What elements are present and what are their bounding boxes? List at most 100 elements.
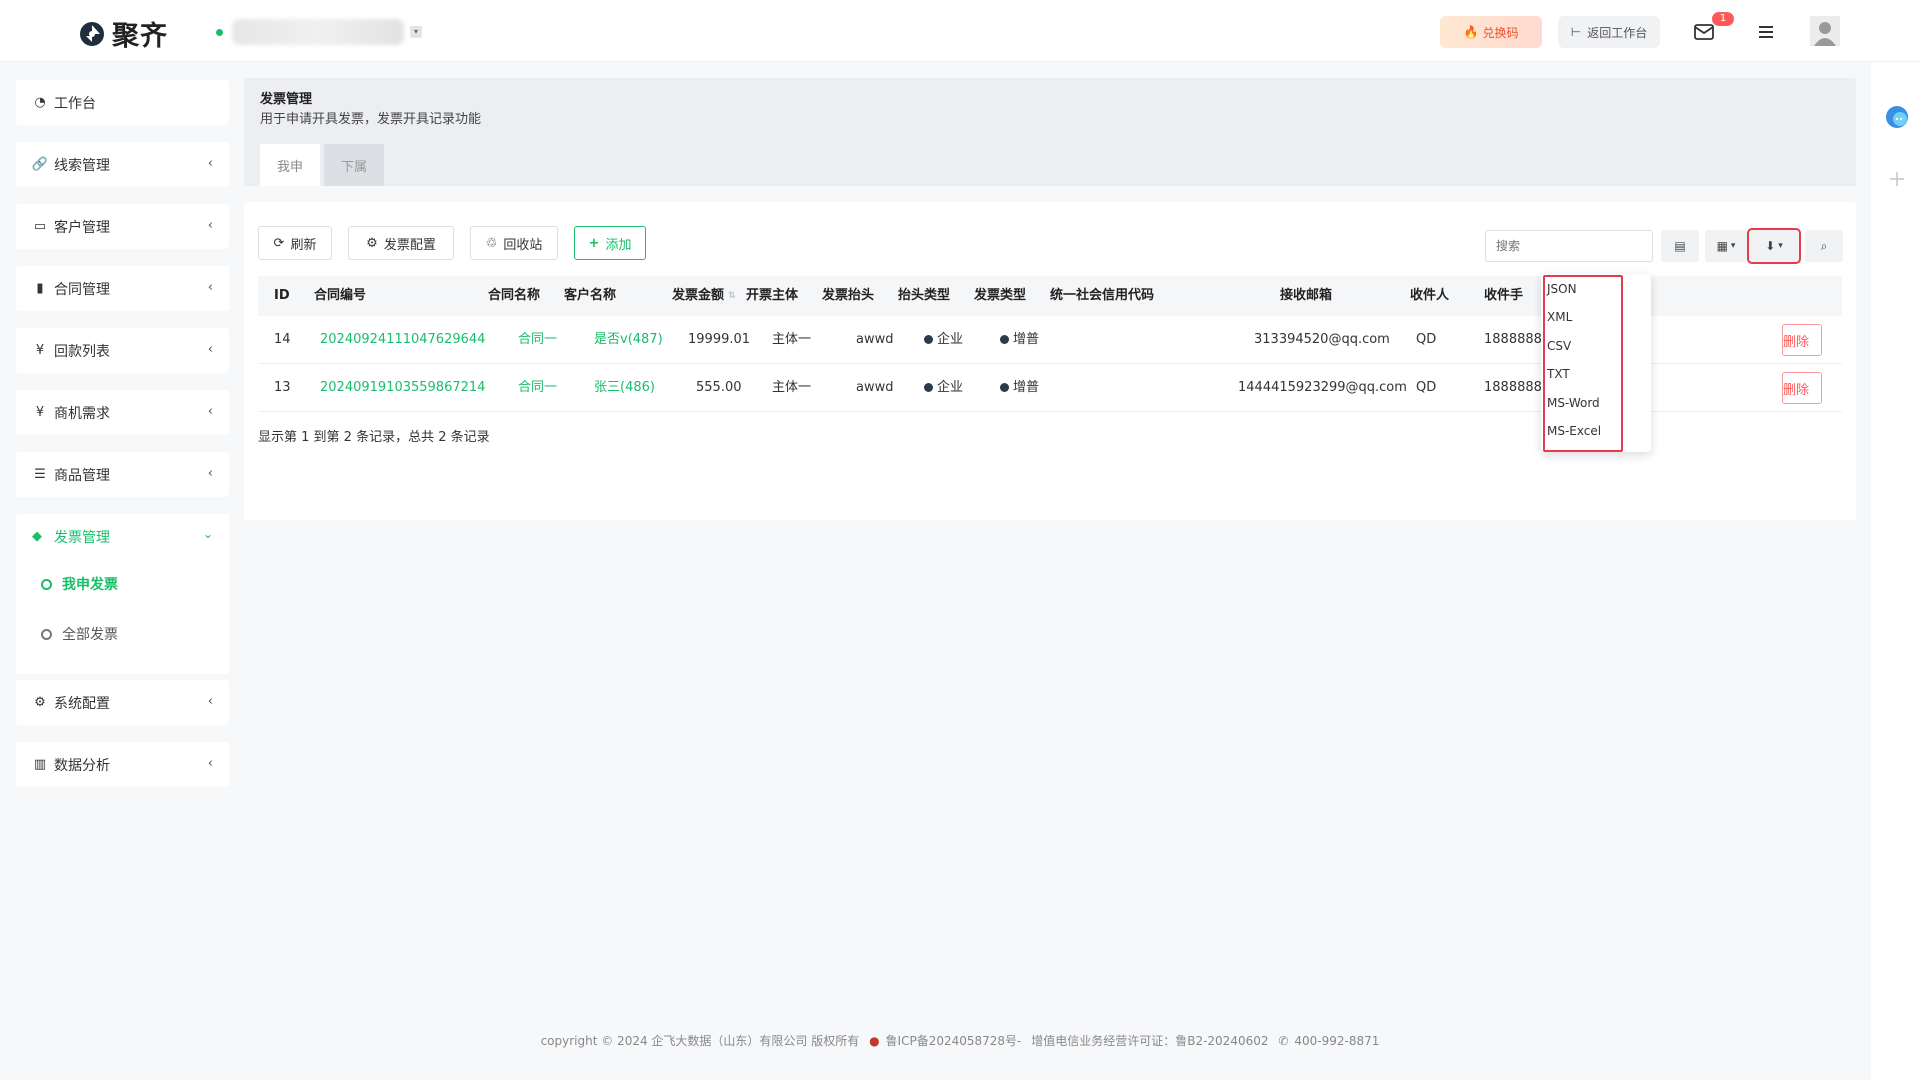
sidebar-subitem-my-invoices[interactable]: 我申发票 (16, 559, 229, 609)
recycle-bin-label: 回收站 (503, 237, 543, 253)
export-dropdown-menu: JSON XML CSV TXT MS-Word MS-Excel (1541, 274, 1651, 452)
sidebar-subitem-label: 全部发票 (62, 627, 118, 643)
tab-subordinates[interactable]: 下属 (324, 144, 384, 186)
invoice-config-button[interactable]: ⚙ 发票配置 (348, 226, 454, 260)
mail-icon[interactable] (1692, 20, 1716, 44)
app-logo[interactable]: 聚齐 (78, 14, 168, 53)
sidebar-item-workbench[interactable]: ◔ 工作台 (16, 80, 229, 125)
cell-entity: 主体一 (772, 332, 812, 347)
invoice-type-label: 增普 (1013, 380, 1040, 395)
user-avatar[interactable] (1810, 16, 1840, 46)
column-header[interactable]: 接收邮箱 (1280, 276, 1332, 316)
back-to-workbench-button[interactable]: ⊢ 返回工作台 (1558, 16, 1660, 48)
column-header[interactable]: ID (274, 276, 290, 316)
phone-icon: ✆ (1278, 1034, 1289, 1048)
sidebar-group-invoices: ◆ 发票管理 ⌄ 我申发票 全部发票 (16, 514, 229, 674)
delete-button[interactable]: 删除 (1782, 324, 1822, 356)
status-dot (1000, 383, 1009, 392)
circle-icon (41, 628, 52, 640)
redeem-code-button[interactable]: 🔥 兑换码 (1440, 16, 1542, 48)
cell-contract-name[interactable]: 合同一 (518, 316, 557, 364)
sidebar-item-contracts[interactable]: ▮ 合同管理 ‹ (16, 266, 229, 311)
cell-id: 14 (274, 332, 291, 347)
status-dot (924, 335, 933, 344)
sidebar-item-customers[interactable]: ▭ 客户管理 ‹ (16, 204, 229, 249)
refresh-icon: ⟳ (273, 235, 285, 251)
advanced-search-button[interactable]: ⌕ (1805, 230, 1843, 262)
sidebar-item-label: 商品管理 (54, 467, 110, 484)
column-header[interactable]: 收件手 (1484, 276, 1523, 316)
sidebar-item-opportunities[interactable]: ¥ 商机需求 ‹ (16, 390, 229, 435)
cell-contract-name[interactable]: 合同一 (518, 364, 557, 412)
search-input[interactable] (1485, 230, 1653, 262)
cell-invoice-type: 增普 (1000, 364, 1039, 412)
column-header[interactable]: 合同名称 (488, 276, 540, 316)
footer-icp-link[interactable]: 鲁ICP备2024058728号- (886, 1034, 1022, 1048)
sort-icon[interactable]: ⇅ (728, 276, 736, 316)
sidebar-item-leads[interactable]: 🔗 线索管理 ‹ (16, 142, 229, 187)
org-switch-caret-icon[interactable]: ▾ (410, 26, 422, 38)
gear-icon: ⚙ (366, 235, 378, 251)
column-header[interactable]: 发票类型 (974, 276, 1026, 316)
page-footer: copyright © 2024 企飞大数据（山东）有限公司 版权所有 ● 鲁IC… (0, 1032, 1920, 1049)
chevron-left-icon: ‹ (207, 756, 213, 771)
column-header[interactable]: 发票金额 (672, 276, 724, 316)
footer-license: 增值电信业务经营许可证：鲁B2-20240602 (1031, 1034, 1269, 1048)
top-bar: 聚齐 ▾ 🔥 兑换码 ⊢ 返回工作台 1 (0, 0, 1920, 62)
recycle-icon: ♲ (485, 235, 498, 251)
redeem-code-label: 兑换码 (1482, 25, 1519, 40)
export-json-option[interactable]: JSON (1547, 280, 1577, 298)
cell-entity: 主体一 (772, 380, 812, 395)
delete-button[interactable]: 删除 (1782, 372, 1822, 404)
caret-down-icon: ▾ (1778, 241, 1783, 251)
export-button[interactable]: ⬇ ▾ (1747, 228, 1801, 264)
cell-contract-no[interactable]: 20240919103559867214 (320, 364, 485, 412)
online-status-dot (216, 29, 223, 36)
bookmark-icon: ▮ (36, 281, 44, 296)
chevron-left-icon: ‹ (207, 156, 213, 171)
sidebar-item-data-analysis[interactable]: ▥ 数据分析 ‹ (16, 742, 229, 787)
page-header: 发票管理 用于申请开具发票，发票开具记录功能 我申 下属 (244, 78, 1856, 186)
export-xml-option[interactable]: XML (1547, 308, 1572, 326)
column-header[interactable]: 客户名称 (564, 276, 616, 316)
toggle-view-button[interactable]: ▤ (1661, 230, 1699, 262)
invoice-table-card: ⟳ 刷新 ⚙ 发票配置 ♲ 回收站 + 添加 ▤ ▦ ▾ ⬇ ▾ ⌕ (244, 202, 1856, 520)
avatar-placeholder-icon (1810, 16, 1840, 46)
tab-mine[interactable]: 我申 (260, 144, 320, 186)
cell-customer[interactable]: 张三(486) (594, 364, 655, 412)
add-button[interactable]: + 添加 (574, 226, 646, 260)
add-icon[interactable] (1884, 166, 1910, 192)
chat-assistant-icon[interactable] (1884, 104, 1910, 130)
refresh-button[interactable]: ⟳ 刷新 (258, 226, 332, 260)
column-header[interactable]: 发票抬头 (822, 276, 874, 316)
chevron-left-icon: ‹ (207, 280, 213, 295)
column-header[interactable]: 统一社会信用代码 (1050, 276, 1154, 316)
page-description: 用于申请开具发票，发票开具记录功能 (260, 112, 482, 127)
export-ms-word-option[interactable]: MS-Word (1547, 394, 1600, 412)
cell-contract-no[interactable]: 20240924111047629644 (320, 316, 485, 364)
export-ms-excel-option[interactable]: MS-Excel (1547, 422, 1601, 440)
column-header[interactable]: 收件人 (1410, 276, 1449, 316)
sidebar-subitem-all-invoices[interactable]: 全部发票 (16, 609, 229, 659)
footer-copyright: copyright © 2024 企飞大数据（山东）有限公司 版权所有 (540, 1034, 860, 1048)
column-header[interactable]: 抬头类型 (898, 276, 950, 316)
delete-label: 删除 (1782, 334, 1809, 350)
export-txt-option[interactable]: TXT (1547, 365, 1570, 383)
export-csv-option[interactable]: CSV (1547, 337, 1571, 355)
column-header[interactable]: 开票主体 (746, 276, 798, 316)
sidebar-item-system-config[interactable]: ⚙ 系统配置 ‹ (16, 680, 229, 725)
sidebar-item-payments[interactable]: ¥ 回款列表 ‹ (16, 328, 229, 373)
columns-button[interactable]: ▦ ▾ (1705, 230, 1747, 262)
organization-name-blurred[interactable] (232, 19, 404, 45)
hamburger-menu-icon[interactable] (1756, 22, 1776, 42)
cell-invoice-type: 增普 (1000, 316, 1039, 364)
sidebar-item-products[interactable]: ☰ 商品管理 ‹ (16, 452, 229, 497)
yen-icon: ¥ (35, 343, 45, 358)
sidebar-item-invoices[interactable]: ◆ 发票管理 ⌄ (16, 514, 229, 559)
search-icon: ⌕ (1820, 238, 1828, 253)
column-header[interactable]: 合同编号 (314, 276, 366, 316)
recycle-bin-button[interactable]: ♲ 回收站 (470, 226, 558, 260)
cell-customer[interactable]: 是否v(487) (594, 316, 663, 364)
export-download-icon: ⬇ (1765, 239, 1776, 253)
chevron-left-icon: ‹ (207, 404, 213, 419)
